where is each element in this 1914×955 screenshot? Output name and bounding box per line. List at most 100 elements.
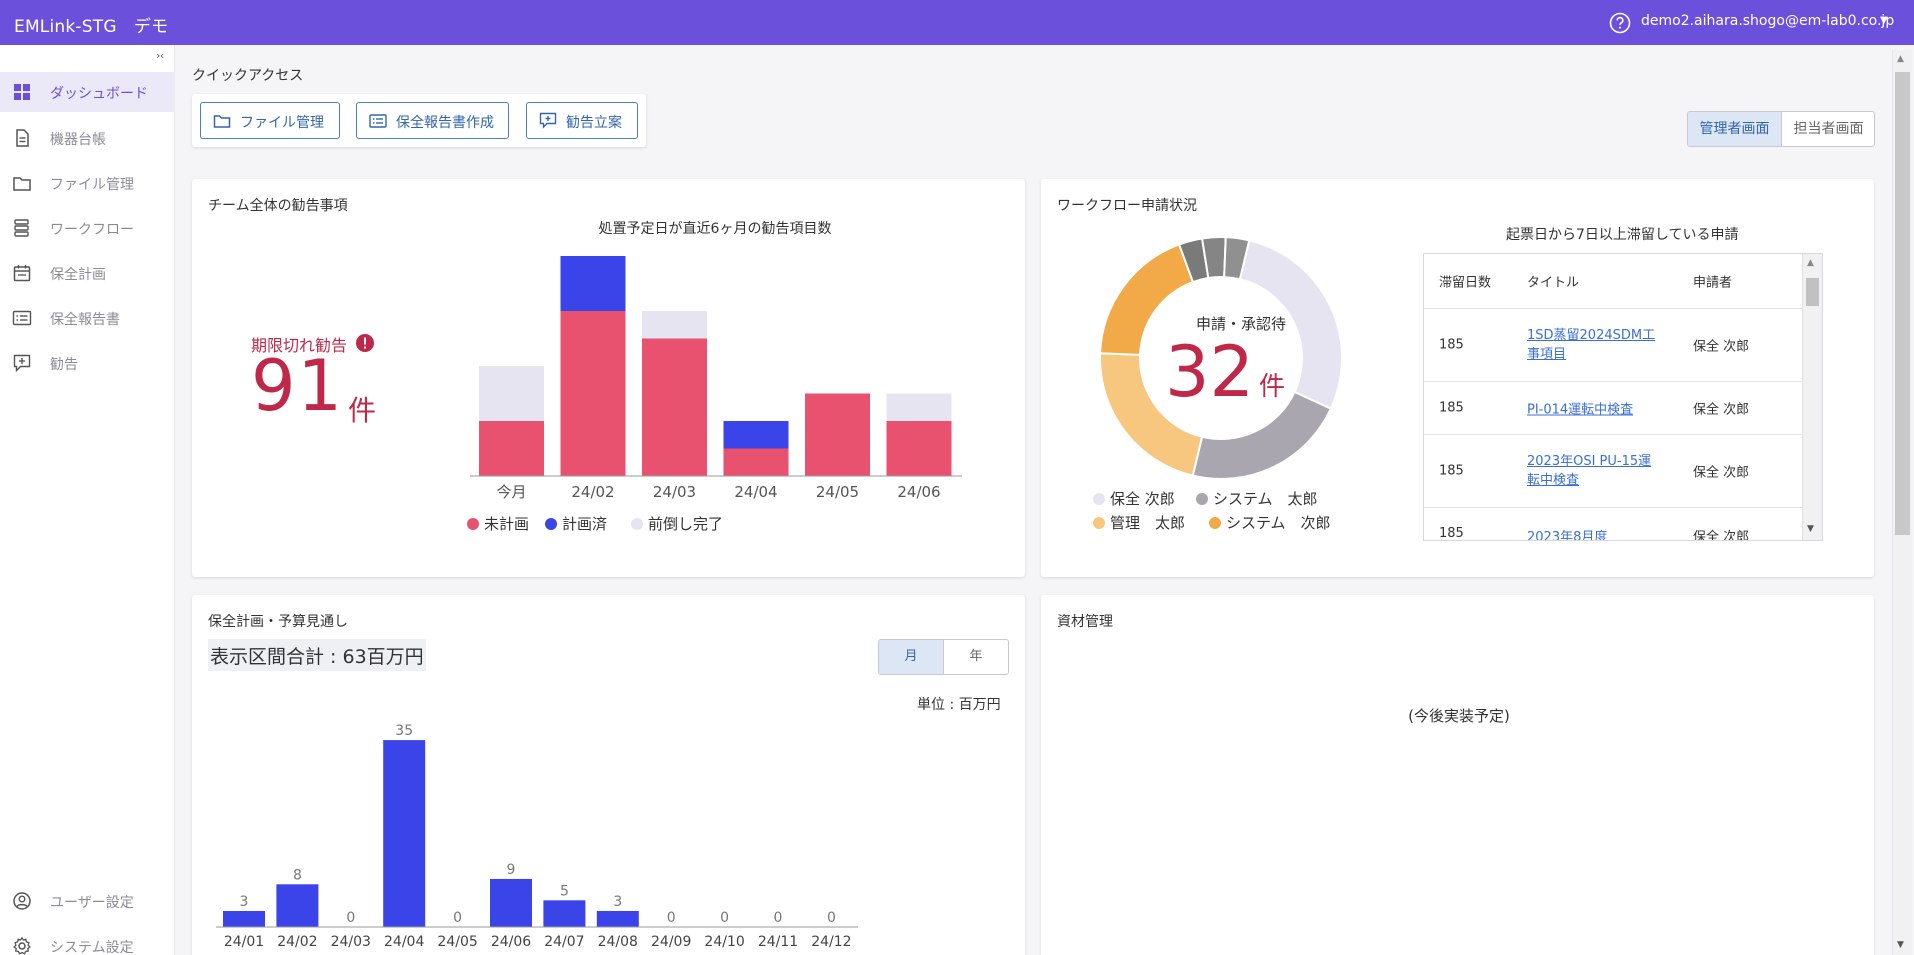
user-menu[interactable]: demo2.aihara.shogo@em-lab0.co.jp xyxy=(1641,13,1894,29)
list-report-icon xyxy=(369,114,387,128)
stale-requests-table: 滞留日数 タイトル 申請者 185 1SD蒸留2024SDM工 事項目 保全 次郎… xyxy=(1423,253,1823,541)
quick-access-label: 保全報告書作成 xyxy=(396,115,494,131)
x-tick-label: 24/08 xyxy=(598,934,638,950)
sidebar-item-files[interactable]: ファイル管理 xyxy=(0,163,175,203)
request-title-link[interactable]: PI-014運転中検査 xyxy=(1527,399,1633,418)
coming-soon-text: (今後実装予定) xyxy=(1408,707,1510,725)
column-header: 申請者 xyxy=(1693,275,1733,291)
applicant-cell: 保全 次郎 xyxy=(1693,465,1750,481)
sidebar-collapse-button[interactable]: › ‹ xyxy=(156,49,164,62)
data-label: 0 xyxy=(453,910,462,926)
sidebar-item-label: 機器台帳 xyxy=(50,132,106,148)
sidebar-item-user-settings[interactable]: ユーザー設定 xyxy=(0,881,175,921)
x-tick-label: 今月 xyxy=(496,483,526,501)
x-tick-label: 24/04 xyxy=(384,934,424,950)
x-tick-label: 24/03 xyxy=(331,934,371,950)
days-cell: 185 xyxy=(1439,463,1464,479)
applicant-cell: 保全 次郎 xyxy=(1693,530,1750,541)
budget-bar-chart: 3 24/01 8 24/02 0 24/03 35 24/04 0 24/05 9 24/06 5 24… xyxy=(216,723,858,950)
user-circle-icon xyxy=(13,892,31,910)
quick-draft-recommendation-button[interactable]: 勧告立案 xyxy=(526,102,638,139)
legend-item[interactable]: 管理 太郎 xyxy=(1093,512,1185,533)
x-tick-label: 24/02 xyxy=(571,483,614,501)
sidebar-item-label: システム設定 xyxy=(50,940,134,955)
sidebar-item-label: 保全報告書 xyxy=(50,312,120,328)
legend-label: 未計画 xyxy=(484,515,529,533)
days-cell: 185 xyxy=(1439,400,1464,416)
bar-segment xyxy=(723,421,789,449)
request-title-link[interactable]: 1SD蒸留2024SDM工 事項目 xyxy=(1527,326,1655,364)
data-label: 3 xyxy=(240,894,249,910)
view-toggle: 管理者画面 担当者画面 xyxy=(1687,111,1875,147)
quick-access-label: 勧告立案 xyxy=(566,115,622,131)
sidebar-item-label: ファイル管理 xyxy=(50,177,134,193)
legend-swatch xyxy=(1093,517,1105,529)
request-title-link[interactable]: 2023年8月度 xyxy=(1527,526,1607,540)
legend-item[interactable]: システム 太郎 xyxy=(1196,488,1318,509)
scroll-down-arrow-icon[interactable]: ▼ xyxy=(1897,940,1904,950)
sidebar-item-equipment[interactable]: 機器台帳 xyxy=(0,118,175,158)
scroll-up-arrow-icon[interactable]: ▲ xyxy=(1807,258,1814,268)
sidebar-item-label: 保全計画 xyxy=(50,267,106,283)
legend-label: システム 次郎 xyxy=(1226,514,1331,532)
staff-view-button[interactable]: 担当者画面 xyxy=(1782,112,1874,146)
x-tick-label: 24/06 xyxy=(491,934,531,950)
workflow-card: ワークフロー申請状況 申請・承認待 32 件 保全 次郎 システム 太郎 管理 … xyxy=(1041,179,1874,577)
bar xyxy=(596,910,639,927)
sidebar-item-dashboard[interactable]: ダッシュボード xyxy=(0,72,175,112)
folder-icon xyxy=(13,177,31,191)
x-tick-label: 24/02 xyxy=(277,934,317,950)
legend-swatch xyxy=(1093,493,1105,505)
gear-icon xyxy=(13,936,31,955)
days-cell: 185 xyxy=(1439,526,1464,541)
app-title: EMLink-STG デモ xyxy=(14,17,169,37)
bar-segment xyxy=(886,421,952,476)
sidebar-item-maintenance-report[interactable]: 保全報告書 xyxy=(0,298,175,338)
table-row: 185 2023年8月度 保全 次郎 xyxy=(1424,508,1802,541)
bar xyxy=(490,878,532,927)
donut-center-unit: 件 xyxy=(1259,372,1286,402)
request-title-link[interactable]: 2023年OSI PU-15運 転中検査 xyxy=(1527,452,1651,490)
column-header: 滞留日数 xyxy=(1439,275,1492,291)
scroll-thumb[interactable] xyxy=(1806,278,1819,306)
top-bar: EMLink-STG デモ demo2.aihara.shogo@em-lab0… xyxy=(0,0,1914,45)
scroll-down-arrow-icon[interactable]: ▼ xyxy=(1807,524,1814,534)
x-tick-label: 24/03 xyxy=(653,483,696,501)
x-tick-label: 24/04 xyxy=(734,483,777,501)
recommend-icon xyxy=(13,354,31,373)
sidebar-item-system-settings[interactable]: システム設定 xyxy=(0,926,175,955)
dashboard-grid-icon xyxy=(14,84,30,100)
donut-center-count: 32 xyxy=(1165,331,1255,413)
quick-file-management-button[interactable]: ファイル管理 xyxy=(200,102,340,139)
card-title: 資材管理 xyxy=(1057,614,1113,630)
maintenance-plan-card: 保全計画・予算見通し 表示区間合計 : 63百万円 月 年 単位 : 百万円 3… xyxy=(192,595,1025,955)
scroll-up-arrow-icon[interactable]: ▲ xyxy=(1897,54,1904,64)
applicant-cell: 保全 次郎 xyxy=(1693,339,1750,355)
admin-view-button[interactable]: 管理者画面 xyxy=(1688,112,1782,146)
bar-segment xyxy=(560,311,626,476)
help-circle-icon[interactable] xyxy=(1609,12,1631,34)
sidebar-item-recommendations[interactable]: 勧告 xyxy=(0,343,175,383)
scroll-thumb[interactable] xyxy=(1895,72,1910,535)
x-tick-label: 24/06 xyxy=(897,483,940,501)
data-label: 8 xyxy=(293,867,302,883)
sidebar-item-maintenance-plan[interactable]: 保全計画 xyxy=(0,253,175,293)
table-scrollbar[interactable]: ▲ ▼ xyxy=(1802,254,1822,540)
sidebar-item-label: ユーザー設定 xyxy=(50,895,134,911)
sidebar-item-label: 勧告 xyxy=(50,357,78,373)
bar-segment xyxy=(642,311,707,339)
bar-segment xyxy=(642,338,707,476)
legend-item[interactable]: 保全 次郎 xyxy=(1093,488,1175,509)
caret-down-icon[interactable]: ▼ xyxy=(1880,15,1888,26)
page-scrollbar[interactable]: ▲ ▼ xyxy=(1892,50,1912,955)
legend-item[interactable]: システム 次郎 xyxy=(1209,512,1331,533)
quick-access-panel: ファイル管理 保全報告書作成 勧告立案 xyxy=(192,94,646,147)
sidebar-item-workflow[interactable]: ワークフロー xyxy=(0,208,175,248)
quick-create-report-button[interactable]: 保全報告書作成 xyxy=(356,102,509,139)
table-row: 185 PI-014運転中検査 保全 次郎 xyxy=(1424,382,1802,435)
x-tick-label: 24/05 xyxy=(437,934,477,950)
table-row: 185 1SD蒸留2024SDM工 事項目 保全 次郎 xyxy=(1424,309,1802,382)
data-label: 5 xyxy=(560,883,569,899)
legend-label: 計画済 xyxy=(562,515,607,533)
workflow-icon xyxy=(14,219,29,237)
